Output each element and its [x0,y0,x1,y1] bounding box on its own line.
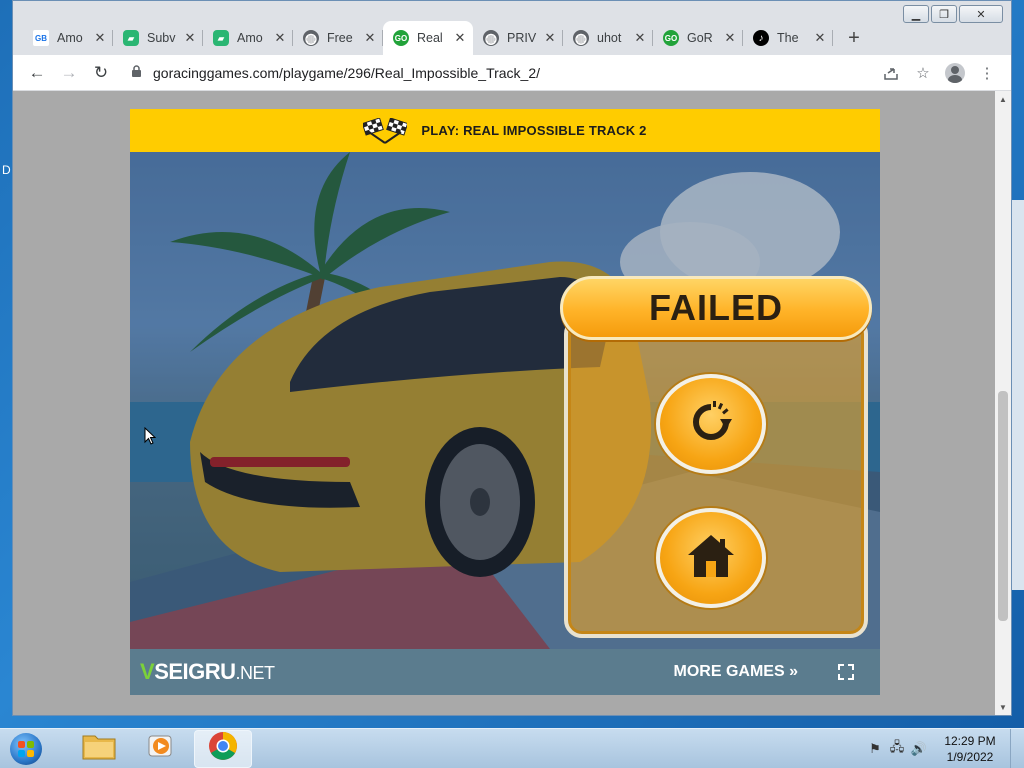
tab-title: Subv [147,31,176,45]
globe-icon: ◍ [483,29,499,46]
more-games-link[interactable]: MORE GAMES » [674,663,798,681]
tab-title: GoR [687,31,713,45]
tab-close-icon[interactable]: ✕ [273,30,287,46]
network-icon[interactable]: 🖧 [886,738,908,760]
browser-tab[interactable]: ▰ Subv ✕ [113,21,203,55]
tab-title: PRIV [507,31,537,45]
system-tray: ⚑ 🖧 🔊 12:29 PM 1/9/2022 [864,728,1024,768]
tab-close-icon[interactable]: ✕ [93,30,107,46]
clock-date: 1/9/2022 [946,749,994,764]
game-title: PLAY: REAL IMPOSSIBLE TRACK 2 [421,123,647,138]
tab-title: Free [327,31,353,45]
browser-toolbar: ← → ↻ goracinggames.com/playgame/296/Rea… [13,55,1011,91]
share-icon[interactable] [875,59,907,87]
tab-title: Amo [237,31,263,45]
scroll-down-arrow-icon[interactable]: ▼ [995,699,1011,715]
folder-icon [82,732,116,765]
tab-title: The [777,31,799,45]
tab-close-icon[interactable]: ✕ [543,30,557,46]
mouse-cursor-icon [144,426,157,445]
tab-close-icon[interactable]: ✕ [183,30,197,46]
menu-kebab-icon[interactable]: ⋮ [971,59,1003,87]
action-center-flag-icon[interactable]: ⚑ [864,741,886,757]
reload-button[interactable]: ↻ [85,59,117,87]
tab-close-icon[interactable]: ✕ [453,30,467,46]
start-button[interactable] [6,730,46,768]
show-desktop-button[interactable] [1010,728,1024,768]
tiktok-icon: ♪ [753,30,769,46]
clock-time: 12:29 PM [944,733,996,748]
media-player-icon [147,732,175,765]
vseigru-logo[interactable]: VSEIGRU.NET [140,659,275,685]
tab-close-icon[interactable]: ✕ [633,30,647,46]
taskbar-media-player[interactable] [132,730,190,768]
game-footer: VSEIGRU.NET MORE GAMES » [130,649,880,695]
chrome-icon [208,731,238,766]
windows-logo-icon [10,732,42,765]
browser-tab[interactable]: ◍ Free ✕ [293,21,383,55]
restart-icon [686,397,736,452]
tab-close-icon[interactable]: ✕ [813,30,827,46]
taskbar-file-explorer[interactable] [70,730,128,768]
browser-tab[interactable]: GO Real ✕ [383,21,473,55]
profile-avatar[interactable] [939,59,971,87]
tab-close-icon[interactable]: ✕ [363,30,377,46]
checkered-flag-icon [363,117,408,144]
home-button[interactable] [656,508,766,608]
failed-dialog: FAILED [560,276,872,638]
globe-icon: ◍ [303,29,319,46]
lock-icon [131,64,143,81]
tab-title: Real [417,31,443,45]
tab-close-icon[interactable]: ✕ [723,30,737,46]
web-page: PLAY: REAL IMPOSSIBLE TRACK 2 FAILED VSE… [13,91,995,715]
tab-strip: GB Amo ✕ ▰ Subv ✕ ▰ Amo ✕ ◍ Free ✕ GO Real ✕ ◍ PRIV ✕ ◍ uho… [13,19,1011,55]
go-icon: GO [393,30,409,46]
browser-tab[interactable]: ♪ The ✕ [743,21,833,55]
failed-banner: FAILED [560,276,872,340]
scroll-thumb[interactable] [998,391,1008,621]
globe-icon: ◍ [573,29,589,46]
browser-tab[interactable]: ◍ PRIV ✕ [473,21,563,55]
browser-tab[interactable]: ◍ uhot ✕ [563,21,653,55]
home-icon [686,533,736,584]
gamepad-icon: ▰ [123,30,139,46]
fullscreen-icon[interactable] [838,664,854,680]
scroll-up-arrow-icon[interactable]: ▲ [995,91,1011,107]
url-text: goracinggames.com/playgame/296/Real_Impo… [153,64,541,81]
game-frame: PLAY: REAL IMPOSSIBLE TRACK 2 FAILED VSE… [130,109,880,695]
bookmark-star-icon[interactable]: ☆ [907,59,939,87]
failed-title: FAILED [648,287,783,328]
gamepad-icon: ▰ [213,30,229,46]
retry-button[interactable] [656,374,766,474]
new-tab-button[interactable]: + [839,23,869,53]
tab-title: uhot [597,31,622,45]
browser-window: ▁ ❐ ✕ GB Amo ✕ ▰ Subv ✕ ▰ Amo ✕ ◍ Free ✕ GO Real ✕ ◍ PRI… [12,0,1012,716]
taskbar-clock[interactable]: 12:29 PM 1/9/2022 [930,733,1010,765]
volume-icon[interactable]: 🔊 [908,741,930,757]
windows-taskbar: ⚑ 🖧 🔊 12:29 PM 1/9/2022 [0,728,1024,768]
desktop-edge-label: D [2,163,11,177]
browser-tab[interactable]: GO GoR ✕ [653,21,743,55]
page-scrollbar[interactable]: ▲ ▼ [995,91,1011,715]
game-canvas[interactable]: FAILED [130,152,880,649]
browser-tab[interactable]: GB Amo ✕ [23,21,113,55]
go-icon: GO [663,30,679,46]
avatar-icon [945,62,965,83]
address-bar[interactable]: goracinggames.com/playgame/296/Real_Impo… [123,58,869,87]
taskbar-chrome[interactable] [194,729,252,768]
tab-title: Amo [57,31,83,45]
forward-button[interactable]: → [53,59,85,87]
back-button[interactable]: ← [21,59,53,87]
gb-icon: GB [33,30,49,46]
game-header: PLAY: REAL IMPOSSIBLE TRACK 2 [130,109,880,152]
browser-tab[interactable]: ▰ Amo ✕ [203,21,293,55]
